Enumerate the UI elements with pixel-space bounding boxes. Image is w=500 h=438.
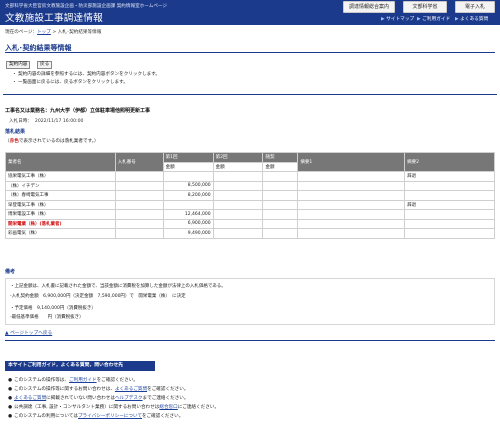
nav-faq[interactable]: ▶ よくある質問 [455,16,488,22]
remark-line: -入札契約金額 6,900,000円（決定金額 7,590,000円）で 開栄電… [10,294,186,299]
faq-link[interactable]: よくあるご質問 [14,396,46,401]
remarks-box: ・上記金額は、入札書に記載された金額で、当該金額に消費税を加算した金額が法律上の… [5,278,495,325]
subcol-amount: 金額 [262,161,299,172]
arrow-icon: ▶ [417,17,421,22]
subcol-amount: 金額 [212,161,264,172]
table-row: 彩画電気（株） 9,490,000 [5,228,495,239]
remark-line: ・上記金額は、入札書に記載された金額で、当該金額に消費税を加算した金額が法律上の… [10,284,226,289]
col-round2: 第2回 [212,152,264,163]
breadcrumb-prefix: 現在のページ： [5,30,38,35]
col-remark2: 摘要2 [404,152,495,172]
bid-date: 入札日時： 2022/11/17 16:00:00 [9,119,84,124]
guide-link[interactable]: ご利用ガイド [69,378,97,383]
col-company: 業者名 [5,152,116,172]
e-bidding-button[interactable]: 電子入札 [455,1,495,13]
mext-button[interactable]: 文部科学省 [403,1,447,13]
table-row: （株）春崎電気工事 8,200,000 [5,190,495,201]
remark-line: ・予定価格 9,140,000円（消費税抜き） [10,306,96,311]
work-name: 工事名又は業務名：九州大学（伊都）立体駐車場他照明更新工事 [5,108,151,114]
guide-item: ● このシステムの操作等に関するお問い合わせは、よくあるご質問をご確認ください。 [8,387,189,392]
contract-details-button[interactable]: 契約内容 [6,61,31,69]
procurement-guide-button[interactable]: 調達情報総合案内 [343,1,395,13]
department-name: 文部科学省大臣官房文教施設企画・防災部施設企画課 契約情報室ホームページ [5,4,168,9]
table-row: 早登電気工事（株） 辞退 [5,199,495,210]
table-row: （株）イチデン 8,500,000 [5,180,495,191]
results-table: 業者名 入札番号 第1回 第2回 随契 摘要1 摘要2 金額 金額 金額 協栄電… [5,152,495,239]
helpdesk-link[interactable]: ヘルプデスク [115,396,143,401]
faq-link[interactable]: よくあるご質問 [115,387,147,392]
breadcrumb-separator: > [50,30,58,35]
breadcrumb-current: 入札･契約結果等情報 [57,30,102,35]
general-window-link[interactable]: 総合窓口 [159,405,177,410]
guide-item: ● このシステムの利用についてはプライバシーポリシーについてをご確認ください。 [8,414,184,419]
guide-heading: 本サイトご利用ガイド，よくある質問，問い合わせ先 [5,361,155,371]
back-to-top-link[interactable]: ▲ ページトップへ戻る [5,330,52,336]
table-row: 協栄電気工事（株） 辞退 [5,171,495,182]
privacy-policy-link[interactable]: プライバシーポリシーについて [78,414,142,419]
col-remark1: 摘要1 [297,152,406,172]
guide-item: ● 公共調達（工事, 設計・コンサルタント業務）に関するお問い合わせは総合窓口にご… [8,405,219,410]
guide-item: ● よくあるご質問に掲載されていない問い合わせはヘルプデスクまでご連絡ください。 [8,396,189,401]
table-header-row: 業者名 入札番号 第1回 第2回 随契 摘要1 摘要2 [5,152,495,172]
legend-red: 赤色 [9,139,19,144]
col-negotiated: 随契 [262,152,299,163]
title-divider [5,52,495,53]
results-label: 落札結果 [5,129,26,135]
hint-back: ・ 一覧画面に戻るには、戻るボタンをクリックします。 [12,80,128,85]
legend-note: （赤色で表示されているのは落札業者です。） [5,139,99,144]
table-row: 博栄電設工事（株） 12,464,000 [5,209,495,220]
remark-line: -最低基準価格 円（消費税抜き） [10,315,84,320]
breadcrumb-top-link[interactable]: トップ [37,30,51,35]
site-header: 文部科学省大臣官房文教施設企画・防災部施設企画課 契約情報室ホームページ 文教施… [0,0,500,25]
breadcrumb: 現在のページ：トップ > 入札･契約結果等情報 [5,29,101,35]
remarks-label: 備考 [5,269,16,275]
guide-item: ● このシステムの操作等は、ご利用ガイドをご確認ください。 [8,378,138,383]
site-title[interactable]: 文教施設工事調達情報 [5,10,103,24]
subcol-amount: 金額 [162,161,214,172]
nav-sitemap[interactable]: ▶ サイトマップ [381,16,414,22]
table-row-winner: 開栄電業（株）(落札業者) 6,900,000 [5,218,495,229]
hint-contract: ・ 契約内容の詳細を参照するには、契約内容ボタンをクリックします。 [12,72,161,77]
col-round1: 第1回 [162,152,214,163]
arrow-icon: ▶ [455,17,459,22]
col-bid-number: 入札番号 [114,152,164,172]
back-button[interactable]: 戻る [37,61,53,69]
section-divider [5,340,495,341]
arrow-icon: ▶ [381,17,385,22]
nav-guide[interactable]: ▶ ご利用ガイド [417,16,450,22]
